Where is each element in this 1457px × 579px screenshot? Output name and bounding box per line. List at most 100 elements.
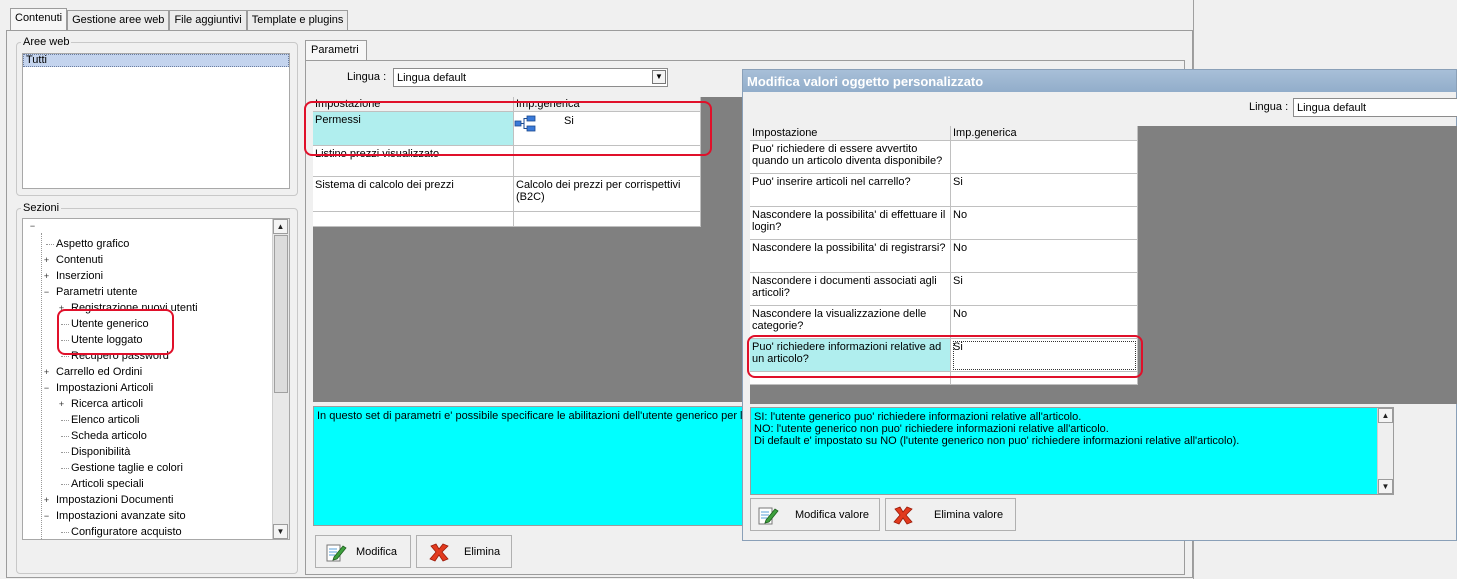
scroll-thumb[interactable] <box>274 235 288 393</box>
dialog-row-value[interactable]: No <box>951 207 1138 240</box>
hierarchy-icon <box>514 115 536 132</box>
grid-row-value[interactable] <box>514 146 701 177</box>
tab-template-plugins[interactable]: Template e plugins <box>246 10 349 31</box>
expand-icon[interactable]: + <box>57 304 66 313</box>
edit-icon <box>326 544 347 561</box>
dialog-row-name[interactable]: Nascondere la possibilita' di registrars… <box>750 240 951 273</box>
elimina-valore-label: Elimina valore <box>934 508 1004 521</box>
tree-item[interactable]: Elenco articoli <box>71 412 139 428</box>
grid-row-name[interactable] <box>313 212 514 227</box>
tree-connector <box>61 340 69 341</box>
tree-item[interactable]: Parametri utente <box>56 284 137 300</box>
dialog-row-name[interactable]: Nascondere i documenti associati agli ar… <box>750 273 951 306</box>
aree-web-item-tutti[interactable]: Tutti <box>23 54 289 67</box>
dialog-header-imp-generica: Imp.generica <box>951 126 1138 141</box>
scroll-down-icon[interactable]: ▼ <box>1378 479 1393 494</box>
tree-connector <box>61 356 69 357</box>
tree-item[interactable]: Registrazione nuovi utenti <box>71 300 198 316</box>
tree-root-collapse-icon[interactable]: − <box>28 222 37 231</box>
modifica-button[interactable]: Modifica <box>315 535 411 568</box>
dialog-title: Modifica valori oggetto personalizzato <box>743 70 1456 92</box>
description-scrollbar[interactable]: ▲ ▼ <box>1377 408 1393 494</box>
aree-web-legend: Aree web <box>23 36 70 48</box>
tab-contenuti[interactable]: Contenuti <box>10 8 68 31</box>
expand-icon[interactable]: + <box>42 256 51 265</box>
tree-item[interactable]: Ricerca articoli <box>71 396 143 412</box>
tab-file-aggiuntivi[interactable]: File aggiuntivi <box>169 10 247 31</box>
chevron-down-icon[interactable]: ▼ <box>652 70 666 84</box>
scroll-up-icon[interactable]: ▲ <box>273 219 288 234</box>
grid-row-name[interactable]: Sistema di calcolo dei prezzi <box>313 177 514 212</box>
lingua-label: Lingua : <box>347 71 387 83</box>
modifica-valore-label: Modifica valore <box>795 508 869 521</box>
expand-icon[interactable]: + <box>42 272 51 281</box>
dialog-row-name[interactable]: Puo' richiedere informazioni relative ad… <box>750 339 951 372</box>
tree-connector <box>61 452 69 453</box>
scroll-down-icon[interactable]: ▼ <box>273 524 288 539</box>
grid-row-value[interactable]: Si <box>514 112 701 146</box>
tree-item[interactable]: Impostazioni Documenti <box>56 492 173 508</box>
tab-parametri[interactable]: Parametri <box>305 40 367 60</box>
lingua-select[interactable]: Lingua default ▼ <box>393 68 668 87</box>
grid-row-value[interactable] <box>514 212 701 227</box>
grid-row-value[interactable]: Calcolo dei prezzi per corrispettivi (B2… <box>514 177 701 212</box>
elimina-button[interactable]: Elimina <box>416 535 512 568</box>
tree-item[interactable]: Articoli speciali <box>71 476 144 492</box>
dialog-lingua-label: Lingua : <box>1249 101 1289 113</box>
tree-item[interactable]: Contenuti <box>56 252 103 268</box>
collapse-icon[interactable]: − <box>42 288 51 297</box>
delete-x-icon <box>429 543 449 561</box>
sezioni-scrollbar[interactable]: ▲ ▼ <box>272 219 289 539</box>
tree-connector <box>61 436 69 437</box>
collapse-icon[interactable]: − <box>42 512 51 521</box>
dialog-lingua-value: Lingua default <box>1297 102 1367 114</box>
dialog-row-value[interactable]: Si <box>951 273 1138 306</box>
dialog-row-name[interactable]: Puo' richiedere di essere avvertito quan… <box>750 141 951 174</box>
dialog-row-value[interactable]: Si <box>951 339 1138 372</box>
dialog-lingua-select[interactable]: Lingua default <box>1293 98 1457 117</box>
dialog-row-value[interactable]: Si <box>951 174 1138 207</box>
tree-item[interactable]: Recupero password <box>71 348 169 364</box>
elimina-valore-button[interactable]: Elimina valore <box>885 498 1016 531</box>
tree-item[interactable]: Disponibilità <box>71 444 130 460</box>
dialog-row-name[interactable]: Nascondere la possibilita' di effettuare… <box>750 207 951 240</box>
expand-icon[interactable]: + <box>42 368 51 377</box>
modifica-label: Modifica <box>356 545 397 558</box>
description-line: NO: l'utente generico non puo' richieder… <box>754 423 1109 435</box>
expand-icon[interactable]: + <box>42 496 51 505</box>
dialog-header-impostazione: Impostazione <box>750 126 951 141</box>
tree-item[interactable]: Utente generico <box>71 316 149 332</box>
tree-item[interactable]: Aspetto grafico <box>56 236 129 252</box>
tree-item[interactable]: Utente loggato <box>71 332 143 348</box>
tree-item[interactable]: Gestione taglie e colori <box>71 460 183 476</box>
tree-item[interactable]: Carrello ed Ordini <box>56 364 142 380</box>
grid-header-imp-generica: Imp.generica <box>514 97 701 112</box>
scroll-up-icon[interactable]: ▲ <box>1378 408 1393 423</box>
dialog-row-value[interactable] <box>951 372 1138 385</box>
tree-connector <box>61 468 69 469</box>
permessi-value: Si <box>564 115 574 127</box>
grid-row-name[interactable]: Permessi <box>313 112 514 146</box>
grid-row-name[interactable]: Listino prezzi visualizzato <box>313 146 514 177</box>
tree-item[interactable]: Configuratore acquisto <box>71 524 182 539</box>
modifica-valore-button[interactable]: Modifica valore <box>750 498 880 531</box>
tree-item[interactable]: Impostazioni avanzate sito <box>56 508 186 524</box>
edit-icon <box>758 507 779 524</box>
tab-gestione-aree-web[interactable]: Gestione aree web <box>67 10 170 31</box>
tree-item[interactable]: Inserzioni <box>56 268 103 284</box>
dialog-row-value[interactable]: No <box>951 306 1138 339</box>
dialog-row-name[interactable]: Puo' inserire articoli nel carrello? <box>750 174 951 207</box>
dialog-row-value[interactable]: No <box>951 240 1138 273</box>
expand-icon[interactable]: + <box>57 400 66 409</box>
modifica-valori-dialog: Modifica valori oggetto personalizzato L… <box>742 69 1457 541</box>
sezioni-tree[interactable]: − Aspetto grafico + Contenuti + Inserzioni − P… <box>22 218 290 540</box>
dialog-row-name[interactable] <box>750 372 951 385</box>
tree-connector <box>46 244 54 245</box>
collapse-icon[interactable]: − <box>42 384 51 393</box>
parametri-description: In questo set di parametri e' possibile … <box>313 406 743 526</box>
aree-web-list[interactable]: Tutti <box>22 53 290 189</box>
dialog-row-value[interactable] <box>951 141 1138 174</box>
tree-item[interactable]: Scheda articolo <box>71 428 147 444</box>
dialog-row-name[interactable]: Nascondere la visualizzazione delle cate… <box>750 306 951 339</box>
tree-item[interactable]: Impostazioni Articoli <box>56 380 153 396</box>
